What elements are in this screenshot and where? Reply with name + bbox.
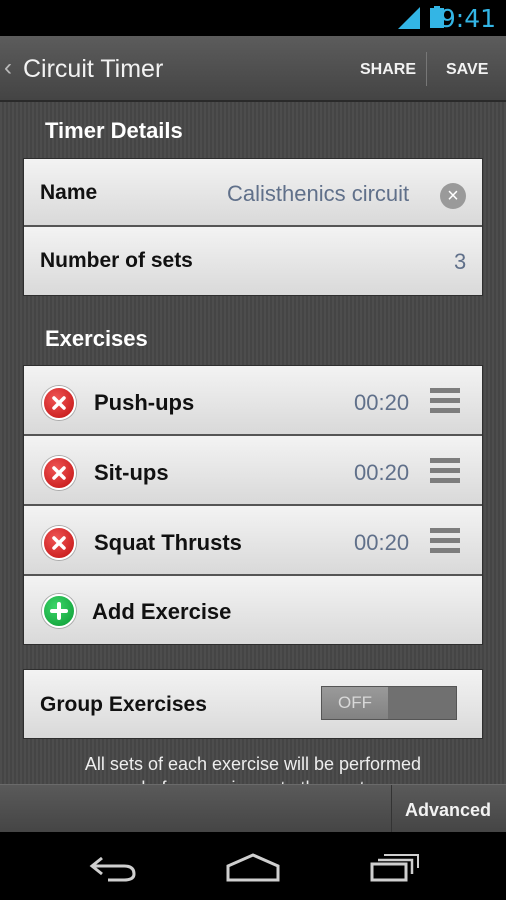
group-hint-text: All sets of each exercise will be perfor…	[84, 754, 422, 784]
group-exercises-toggle[interactable]: OFF	[321, 686, 457, 720]
exercises-heading: Exercises	[45, 326, 148, 351]
sets-label: Number of sets	[40, 249, 193, 272]
drag-handle-icon[interactable]	[430, 388, 460, 416]
exercise-name: Push-ups	[94, 390, 195, 415]
save-button[interactable]: SAVE	[446, 61, 488, 79]
exercise-duration[interactable]: 00:20	[354, 530, 409, 556]
delete-exercise-icon[interactable]	[42, 526, 76, 560]
name-row[interactable]: Name Calisthenics circuit ×	[24, 159, 482, 227]
drag-handle-icon[interactable]	[430, 528, 460, 556]
exercise-duration[interactable]: 00:20	[354, 390, 409, 416]
exercise-row[interactable]: Squat Thrusts 00:20	[24, 506, 482, 576]
navigation-bar	[0, 832, 506, 900]
drag-handle-icon[interactable]	[430, 458, 460, 486]
add-exercise-row[interactable]: Add Exercise	[24, 576, 482, 644]
bottom-action-bar: Advanced	[0, 784, 506, 833]
delete-exercise-icon[interactable]	[42, 386, 76, 420]
exercise-row[interactable]: Push-ups 00:20	[24, 366, 482, 436]
recent-apps-icon[interactable]	[370, 852, 420, 882]
exercise-name: Squat Thrusts	[94, 530, 242, 555]
home-icon[interactable]	[226, 852, 280, 882]
exercises-card: Push-ups 00:20 Sit-ups 00:20 Squat Thrus…	[23, 365, 483, 645]
status-bar: 9:41	[0, 0, 506, 36]
name-label: Name	[40, 181, 98, 204]
action-bar: ‹ Circuit Timer SHARE SAVE	[0, 36, 506, 102]
toggle-state: OFF	[322, 687, 388, 719]
exercise-row[interactable]: Sit-ups 00:20	[24, 436, 482, 506]
group-exercises-row[interactable]: Group Exercises OFF	[24, 670, 482, 738]
share-button[interactable]: SHARE	[360, 61, 416, 79]
sets-value[interactable]: 3	[454, 249, 466, 275]
name-input[interactable]: Calisthenics circuit	[227, 181, 409, 207]
group-exercises-label: Group Exercises	[40, 693, 207, 716]
group-card: Group Exercises OFF	[23, 669, 483, 739]
timer-details-heading: Timer Details	[45, 118, 183, 143]
exercise-name: Sit-ups	[94, 460, 169, 485]
back-chevron-icon[interactable]: ‹	[4, 54, 12, 82]
signal-icon	[398, 7, 420, 29]
exercise-duration[interactable]: 00:20	[354, 460, 409, 486]
status-time: 9:41	[439, 4, 496, 33]
add-exercise-icon[interactable]	[42, 594, 76, 628]
timer-details-card: Name Calisthenics circuit × Number of se…	[23, 158, 483, 296]
add-exercise-label: Add Exercise	[92, 599, 232, 624]
sets-row[interactable]: Number of sets 3	[24, 227, 482, 295]
clear-icon[interactable]: ×	[440, 183, 466, 209]
back-icon[interactable]	[88, 852, 138, 882]
action-divider	[426, 52, 427, 86]
page-title[interactable]: Circuit Timer	[23, 55, 163, 84]
content-area[interactable]: Timer Details Name Calisthenics circuit …	[0, 102, 506, 784]
bottom-divider	[391, 785, 392, 833]
delete-exercise-icon[interactable]	[42, 456, 76, 490]
advanced-button[interactable]: Advanced	[405, 800, 491, 821]
